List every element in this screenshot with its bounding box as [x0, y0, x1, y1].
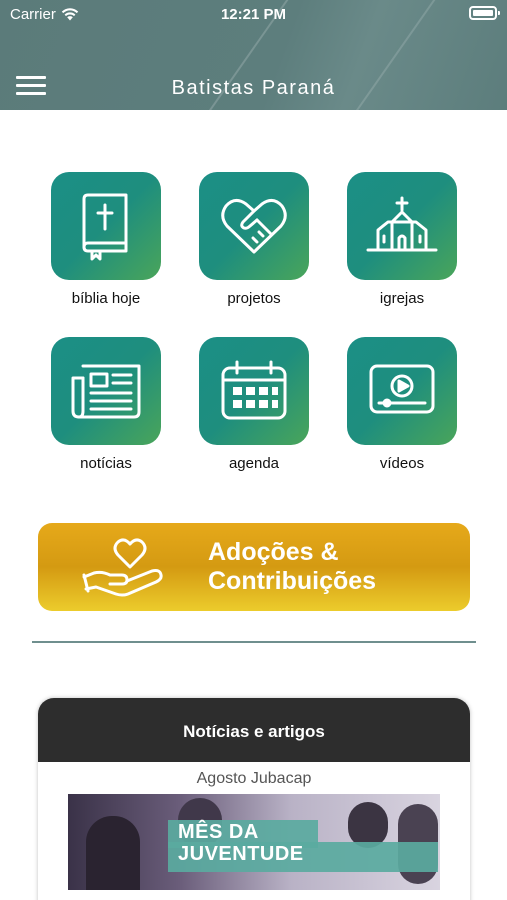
article-title[interactable]: Agosto Jubacap [38, 770, 470, 788]
tile-label: igrejas [379, 290, 425, 307]
image-caption: MÊS DA JUVENTUDE [178, 821, 304, 865]
calendar-icon [221, 360, 287, 420]
bible-icon [82, 193, 128, 261]
tile-noticias[interactable]: notícias [51, 337, 161, 472]
tile-box [199, 172, 309, 280]
tile-biblia-hoje[interactable]: bíblia hoje [51, 172, 161, 307]
tile-label: vídeos [379, 455, 425, 472]
donations-button[interactable]: Adoções & Contribuições [38, 523, 470, 611]
tile-label: projetos [227, 290, 281, 307]
church-icon [366, 196, 438, 252]
image-caption-line1: MÊS DA [178, 821, 259, 843]
tile-projetos[interactable]: projetos [199, 172, 309, 307]
news-header: Notícias e artigos [38, 698, 470, 762]
photo-person [86, 816, 140, 890]
tile-label: notícias [80, 455, 132, 472]
tile-box [51, 172, 161, 280]
newspaper-icon [71, 364, 141, 419]
tile-box [347, 337, 457, 445]
tile-agenda[interactable]: agenda [199, 337, 309, 472]
news-card: Notícias e artigos Agosto Jubacap MÊS DA… [38, 698, 470, 900]
hand-heart-icon [82, 538, 163, 597]
tile-box [347, 172, 457, 280]
donations-label: Adoções & Contribuições [208, 538, 376, 596]
battery-icon [469, 6, 500, 20]
tile-label: bíblia hoje [71, 290, 141, 307]
status-bar: Carrier 12:21 PM [0, 0, 507, 30]
page-title: Batistas Paraná [171, 77, 336, 99]
tile-box [51, 337, 161, 445]
section-divider [32, 641, 476, 643]
tile-label: agenda [228, 455, 280, 472]
donations-label-line2: Contribuições [208, 567, 377, 595]
heart-handshake-icon [221, 199, 287, 254]
article-image[interactable]: MÊS DA JUVENTUDE [68, 794, 440, 890]
status-time: 12:21 PM [220, 6, 287, 23]
tile-box [199, 337, 309, 445]
video-player-icon [369, 364, 435, 414]
tile-videos[interactable]: vídeos [347, 337, 457, 472]
donations-label-line1: Adoções & [208, 538, 339, 566]
app-header: Carrier 12:21 PM Batistas Paraná [0, 0, 507, 110]
tile-igrejas[interactable]: igrejas [347, 172, 457, 307]
image-caption-line2: JUVENTUDE [178, 843, 304, 865]
